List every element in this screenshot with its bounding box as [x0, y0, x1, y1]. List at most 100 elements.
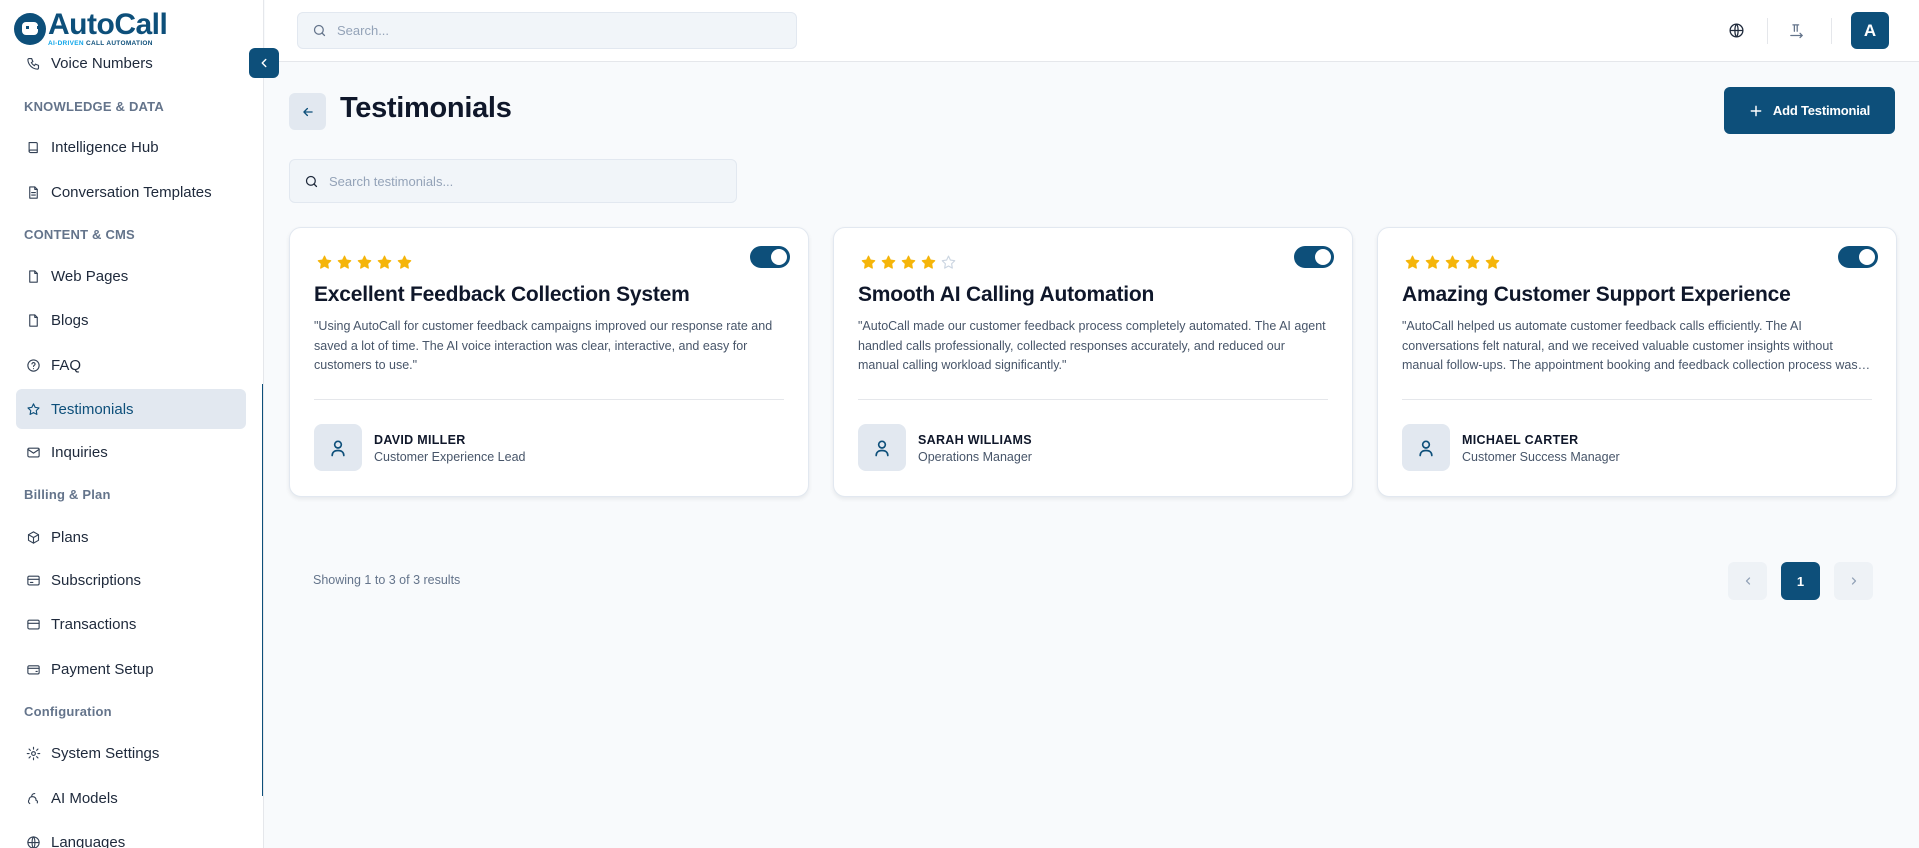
- sidebar-item-transactions[interactable]: Transactions: [16, 604, 246, 644]
- star-filled-icon: [1422, 252, 1442, 272]
- sidebar-item-label: Conversation Templates: [51, 183, 212, 201]
- text-direction-icon[interactable]: [1785, 19, 1807, 41]
- arrow-left-icon: [302, 107, 313, 116]
- card-divider: [858, 399, 1328, 400]
- sidebar: AutoCall AI-DRIVEN CALL AUTOMATION Voice…: [0, 0, 264, 848]
- publish-toggle[interactable]: [1294, 246, 1334, 268]
- search-icon: [305, 175, 318, 187]
- publish-toggle[interactable]: [1838, 246, 1878, 268]
- sidebar-item-label: FAQ: [51, 356, 82, 374]
- chevron-left-icon: [1745, 577, 1750, 585]
- testimonial-search-input[interactable]: [329, 173, 729, 189]
- sidebar-section-label: Configuration: [24, 704, 112, 719]
- book-icon: [28, 141, 38, 153]
- sidebar-section-label: Billing & Plan: [24, 487, 111, 502]
- topbar-divider: [1767, 18, 1768, 44]
- sidebar-item-system-settings[interactable]: System Settings: [16, 733, 246, 773]
- back-button[interactable]: [289, 93, 326, 130]
- sidebar-item-label: Subscriptions: [51, 571, 142, 589]
- sidebar-item-plans[interactable]: Plans: [16, 517, 246, 557]
- add-testimonial-button[interactable]: Add Testimonial: [1724, 87, 1895, 134]
- star-filled-icon: [918, 252, 938, 272]
- testimonial-title: Smooth AI Calling Automation: [858, 283, 1155, 306]
- sidebar-item-label: Blogs: [51, 311, 89, 329]
- author-role: Customer Experience Lead: [374, 450, 526, 464]
- star-filled-icon: [314, 252, 334, 272]
- phone-icon: [27, 57, 40, 70]
- sidebar-item-label: Testimonials: [51, 400, 134, 418]
- sidebar-item-languages[interactable]: Languages: [16, 822, 246, 848]
- sidebar-item-label: System Settings: [51, 744, 160, 762]
- brand-name-call: Call: [114, 8, 168, 42]
- sidebar-item-payment-setup[interactable]: Payment Setup: [16, 649, 246, 689]
- testimonial-card: Smooth AI Calling Automation "AutoCall m…: [833, 227, 1353, 497]
- page-title: Testimonials: [340, 92, 512, 124]
- sidebar-item-label: Payment Setup: [51, 660, 154, 678]
- sidebar-section-label: KNOWLEDGE & DATA: [24, 99, 164, 114]
- file-icon: [29, 313, 38, 327]
- testimonial-card: Amazing Customer Support Experience "Aut…: [1377, 227, 1897, 497]
- testimonial-title: Amazing Customer Support Experience: [1402, 283, 1791, 306]
- star-rating: [858, 252, 958, 272]
- sidebar-item-web-pages[interactable]: Web Pages: [16, 256, 246, 296]
- sidebar-item-label: Intelligence Hub: [51, 138, 159, 156]
- sidebar-item-blogs[interactable]: Blogs: [16, 300, 246, 340]
- star-empty-icon: [938, 252, 958, 272]
- prev-page-button[interactable]: [1728, 562, 1767, 600]
- author-name: SARAH WILLIAMS: [918, 433, 1032, 447]
- sidebar-item-ai-models[interactable]: AI Models: [16, 778, 246, 818]
- receipt-icon: [27, 575, 40, 585]
- topbar: A: [265, 0, 1919, 62]
- card-divider: [1402, 399, 1872, 400]
- sidebar-item-subscriptions[interactable]: Subscriptions: [16, 560, 246, 600]
- user-avatar[interactable]: A: [1851, 12, 1889, 49]
- card-divider: [314, 399, 784, 400]
- wallet-icon: [27, 664, 40, 674]
- chevron-right-icon: [1851, 577, 1856, 585]
- globe-icon: [27, 835, 40, 848]
- publish-toggle[interactable]: [750, 246, 790, 268]
- brand-tagline-ai: AI-DRIVEN: [48, 40, 84, 48]
- brand-logo[interactable]: AutoCall AI-DRIVEN CALL AUTOMATION: [14, 8, 168, 48]
- testimonial-text: "AutoCall helped us automate customer fe…: [1402, 319, 1858, 372]
- globe-icon[interactable]: [1725, 19, 1747, 41]
- testimonial-search[interactable]: [289, 159, 737, 203]
- sidebar-item-voice-numbers[interactable]: Voice Numbers: [16, 43, 246, 83]
- results-summary: Showing 1 to 3 of 3 results: [313, 573, 461, 587]
- sidebar-item-label: Inquiries: [51, 443, 108, 461]
- sidebar-item-inquiries[interactable]: Inquiries: [16, 432, 246, 472]
- brand-name-auto: Auto: [48, 8, 115, 42]
- global-search[interactable]: [297, 12, 797, 49]
- page-button-current[interactable]: 1: [1781, 562, 1820, 600]
- sidebar-item-testimonials[interactable]: Testimonials: [16, 389, 246, 429]
- sidebar-item-intelligence-hub[interactable]: Intelligence Hub: [16, 127, 246, 167]
- collapse-sidebar-button[interactable]: [249, 48, 279, 78]
- sidebar-scrollbar[interactable]: [262, 384, 263, 796]
- sidebar-item-label: Plans: [51, 528, 89, 546]
- mail-icon: [27, 447, 40, 457]
- help-circle-icon: [27, 358, 40, 372]
- author-role: Customer Success Manager: [1462, 450, 1620, 464]
- sidebar-item-faq[interactable]: FAQ: [16, 345, 246, 385]
- settings-icon: [26, 746, 41, 760]
- sidebar-item-label: Web Pages: [51, 267, 129, 285]
- testimonial-text: "Using AutoCall for customer feedback ca…: [314, 319, 773, 372]
- package-icon: [27, 530, 40, 544]
- author-name: DAVID MILLER: [374, 433, 466, 447]
- cpu-icon: [27, 792, 39, 804]
- star-filled-icon: [394, 252, 414, 272]
- user-icon: [1402, 424, 1450, 471]
- sidebar-section-label: CONTENT & CMS: [24, 227, 135, 242]
- search-icon: [313, 24, 326, 37]
- sidebar-item-label: Languages: [51, 833, 126, 848]
- robot-logo-icon: [14, 13, 46, 45]
- star-rating: [314, 252, 414, 272]
- sidebar-item-conversation-templates[interactable]: Conversation Templates: [16, 172, 246, 212]
- star-filled-icon: [1482, 252, 1502, 272]
- global-search-input[interactable]: [337, 23, 737, 38]
- star-filled-icon: [858, 252, 878, 272]
- brand-tagline-rest: CALL AUTOMATION: [86, 40, 153, 48]
- author-role: Operations Manager: [918, 450, 1032, 464]
- star-filled-icon: [1462, 252, 1482, 272]
- next-page-button[interactable]: [1834, 562, 1873, 600]
